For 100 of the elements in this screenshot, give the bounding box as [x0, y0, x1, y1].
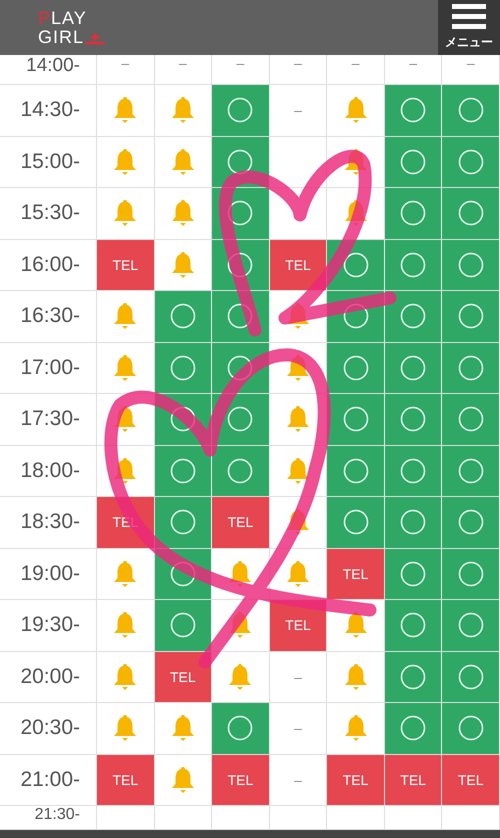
available-cell[interactable] [154, 291, 212, 342]
bell-icon [113, 662, 138, 691]
bell-icon [286, 560, 310, 588]
available-cell[interactable] [384, 497, 442, 548]
available-cell[interactable] [384, 446, 442, 496]
unavailable-cell: – [97, 55, 155, 84]
available-cell[interactable] [384, 652, 442, 702]
circle-icon [170, 406, 196, 432]
tel-cell[interactable]: TEL [212, 497, 270, 548]
available-cell[interactable] [442, 342, 500, 393]
circle-icon [458, 354, 484, 381]
logo[interactable]: PLAY GIRL [38, 0, 106, 55]
available-cell[interactable] [327, 446, 385, 496]
circle-icon [400, 458, 426, 484]
circle-icon [227, 148, 254, 175]
circle-icon [170, 458, 196, 484]
available-cell[interactable] [327, 497, 385, 548]
available-cell[interactable] [154, 342, 212, 393]
available-cell[interactable] [212, 85, 270, 136]
circle-icon [400, 560, 426, 587]
available-cell[interactable] [442, 652, 500, 702]
bell-icon [344, 662, 368, 691]
bell-icon [344, 714, 368, 742]
time-cell: 20:00- [0, 652, 97, 702]
circle-icon [458, 252, 484, 278]
available-cell[interactable] [442, 446, 500, 496]
circle-icon [458, 200, 484, 226]
available-cell[interactable] [212, 703, 270, 754]
tel-cell[interactable]: TEL [212, 754, 270, 805]
circle-icon [400, 200, 426, 226]
available-cell[interactable] [384, 85, 442, 136]
unavailable-cell: – [212, 55, 270, 84]
tel-cell[interactable]: TEL [442, 754, 500, 805]
available-cell[interactable] [442, 291, 500, 342]
circle-icon [342, 458, 369, 484]
available-cell[interactable] [384, 291, 442, 342]
tel-cell[interactable]: TEL [384, 754, 442, 805]
available-cell[interactable] [442, 240, 500, 290]
bell-icon [113, 148, 138, 176]
circle-icon [170, 509, 196, 536]
circle-icon [458, 458, 484, 484]
available-cell[interactable] [384, 548, 442, 599]
available-cell[interactable] [384, 394, 442, 444]
circle-icon [458, 664, 484, 690]
tel-cell[interactable]: TEL [154, 652, 212, 702]
available-cell[interactable] [442, 136, 500, 187]
tel-cell[interactable]: TEL [97, 754, 155, 805]
bell-icon [113, 199, 138, 228]
available-cell[interactable] [442, 85, 500, 136]
circle-icon [458, 560, 484, 587]
bell-icon [170, 96, 195, 124]
available-cell[interactable] [442, 600, 500, 650]
available-cell[interactable] [384, 136, 442, 187]
tel-cell[interactable]: TEL [327, 754, 385, 805]
circle-icon [458, 148, 484, 175]
bell-icon [170, 250, 195, 279]
circle-icon [400, 509, 426, 536]
available-cell[interactable] [442, 548, 500, 599]
available-cell[interactable] [384, 188, 442, 238]
available-cell[interactable] [327, 342, 385, 393]
menu-button[interactable]: メニュー [438, 0, 500, 55]
time-cell: 17:30- [0, 394, 97, 444]
available-cell[interactable] [442, 394, 500, 444]
unavailable-cell: – [442, 55, 500, 84]
unavailable-cell: – [270, 85, 328, 136]
circle-icon [458, 97, 484, 124]
unavailable-cell: – [270, 652, 328, 702]
available-cell[interactable] [442, 703, 500, 754]
circle-icon [400, 354, 426, 381]
available-cell[interactable] [384, 600, 442, 650]
circle-icon [458, 509, 484, 536]
bell-icon [170, 766, 195, 794]
available-cell[interactable] [154, 497, 212, 548]
time-cell: 15:30- [0, 188, 97, 238]
time-cell: 14:30- [0, 85, 97, 136]
circle-icon [342, 354, 369, 381]
bell-icon [344, 96, 368, 124]
circle-icon [400, 97, 426, 124]
available-cell[interactable] [154, 600, 212, 650]
unavailable-cell: – [270, 55, 328, 84]
circle-icon [458, 612, 484, 638]
available-cell[interactable] [384, 240, 442, 290]
available-cell[interactable] [442, 497, 500, 548]
available-cell[interactable] [154, 446, 212, 496]
time-cell: 20:30- [0, 703, 97, 754]
tel-cell[interactable]: TEL [327, 548, 385, 599]
unavailable-cell: – [327, 55, 385, 84]
bell-icon [113, 96, 138, 124]
bell-icon [228, 662, 252, 691]
tel-cell[interactable]: TEL [97, 240, 155, 290]
available-cell[interactable] [442, 188, 500, 238]
available-cell[interactable] [384, 342, 442, 393]
available-cell[interactable] [384, 703, 442, 754]
available-cell[interactable] [212, 446, 270, 496]
circle-icon [400, 148, 426, 175]
available-cell[interactable] [327, 394, 385, 444]
bell-icon [170, 714, 195, 742]
time-cell: 19:00- [0, 548, 97, 599]
circle-icon [400, 664, 426, 690]
bell-icon [113, 302, 138, 330]
